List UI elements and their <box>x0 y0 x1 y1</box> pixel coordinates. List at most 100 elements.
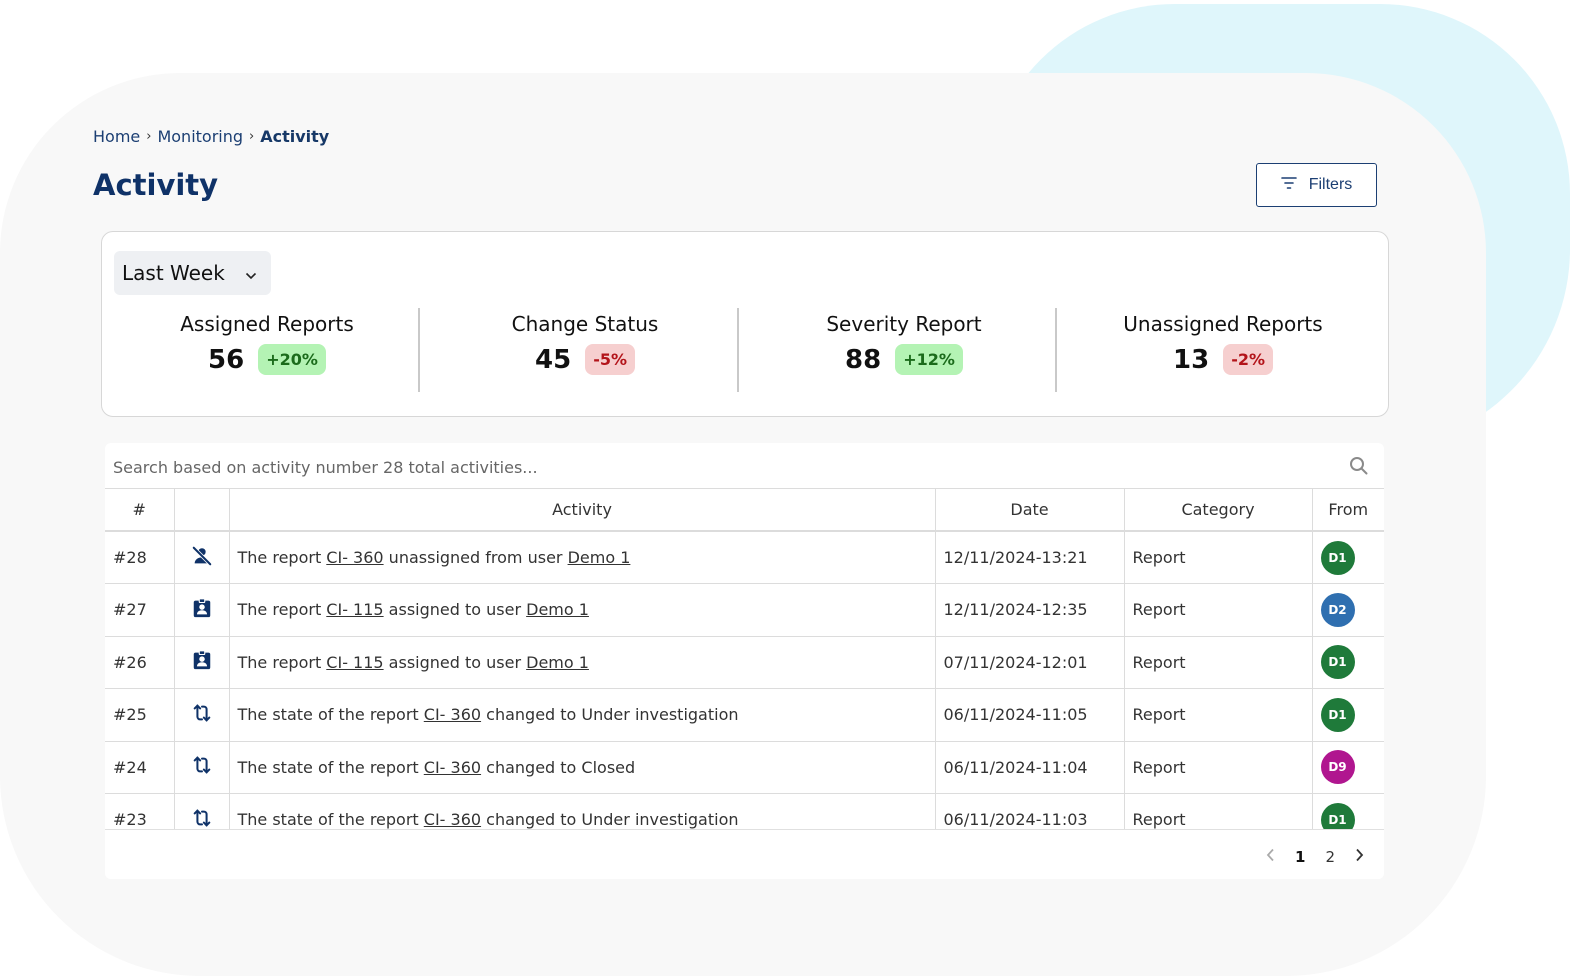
chevron-down-icon <box>245 261 257 285</box>
person-off-icon <box>191 545 213 571</box>
activity-text: assigned to user <box>383 652 527 672</box>
row-activity: The report CI- 115 assigned to user Demo… <box>229 583 936 637</box>
table-row[interactable]: #24 The state of the report CI- 360 chang… <box>105 741 1384 794</box>
activity-text: The report <box>237 548 327 567</box>
activity-text: unassigned from user <box>383 548 568 567</box>
row-date: 12/11/2024-12:35 <box>935 583 1125 637</box>
status-change-icon <box>190 703 214 728</box>
stat-value: 56 <box>208 344 245 375</box>
row-icon-cell <box>174 531 230 584</box>
chevron-left-icon[interactable] <box>1266 848 1275 866</box>
report-link[interactable]: CI- 115 <box>326 653 383 672</box>
row-category: Report <box>1124 531 1313 584</box>
stat-change-badge: +20% <box>258 344 326 375</box>
pagination: 1 2 <box>1266 848 1364 866</box>
stat-label: Assigned Reports <box>180 312 354 336</box>
stat-assigned-reports: Assigned Reports 56 +20% <box>108 312 426 375</box>
breadcrumb-separator: › <box>249 129 255 144</box>
report-link[interactable]: CI- 360 <box>326 548 383 567</box>
breadcrumb-home[interactable]: Home <box>93 127 140 146</box>
row-activity: The state of the report CI- 360 changed … <box>229 741 936 794</box>
table-row[interactable]: #28 The report CI- 360 unassigned from us… <box>105 531 1384 584</box>
avatar[interactable]: D2 <box>1320 592 1355 627</box>
row-number: #27 <box>105 583 175 637</box>
breadcrumb-monitoring[interactable]: Monitoring <box>157 127 243 146</box>
breadcrumb-separator: › <box>146 129 152 144</box>
row-from: D1 <box>1312 636 1384 689</box>
avatar[interactable]: D1 <box>1320 540 1355 575</box>
header-icon <box>174 489 230 532</box>
header-activity: Activity <box>229 489 936 532</box>
page-title: Activity <box>93 168 219 202</box>
search-icon[interactable] <box>1349 456 1369 480</box>
stat-label: Unassigned Reports <box>1123 312 1323 336</box>
row-activity: The report CI- 115 assigned to user Demo… <box>229 636 936 689</box>
row-from: D9 <box>1312 741 1384 794</box>
table-row[interactable]: #26 The report CI- 115 assigned to user D… <box>105 636 1384 689</box>
table-footer: 1 2 <box>105 829 1384 879</box>
activity-table-card: # Activity Date Category From #28 The rep… <box>105 443 1384 879</box>
row-date: 06/11/2024-11:04 <box>935 741 1125 794</box>
report-link[interactable]: CI- 360 <box>424 810 481 829</box>
breadcrumb-current: Activity <box>260 127 330 146</box>
user-link[interactable]: Demo 1 <box>568 548 631 567</box>
activity-text: changed to Under investigation <box>481 810 739 830</box>
avatar[interactable]: D9 <box>1320 750 1355 785</box>
period-select[interactable]: Last Week <box>114 251 271 295</box>
chevron-right-icon[interactable] <box>1355 848 1364 866</box>
activity-text: assigned to user <box>383 600 527 620</box>
row-date: 06/11/2024-11:05 <box>935 688 1125 742</box>
row-date: 12/11/2024-13:21 <box>935 531 1125 584</box>
row-activity: The state of the report CI- 360 changed … <box>229 688 936 742</box>
activity-text: The report <box>237 652 327 672</box>
assigned-badge-icon <box>191 598 213 623</box>
stat-divider <box>737 308 739 392</box>
row-number: #24 <box>105 741 175 794</box>
row-icon-cell <box>174 636 230 689</box>
activity-text: The report <box>237 600 327 620</box>
stat-change-status: Change Status 45 -5% <box>426 312 744 375</box>
report-link[interactable]: CI- 360 <box>424 705 481 724</box>
stats-card: Last Week Assigned Reports 56 +20% Chang… <box>101 231 1389 417</box>
activity-text: changed to Closed <box>481 757 636 777</box>
activity-text: The state of the report <box>237 757 424 777</box>
stat-label: Severity Report <box>826 312 982 336</box>
search-row <box>105 443 1384 489</box>
header-category: Category <box>1124 489 1313 532</box>
stat-change-badge: +12% <box>895 344 963 375</box>
stat-unassigned-reports: Unassigned Reports 13 -2% <box>1064 312 1382 375</box>
table-row[interactable]: #27 The report CI- 115 assigned to user D… <box>105 583 1384 637</box>
page-1[interactable]: 1 <box>1295 848 1305 866</box>
stat-value: 45 <box>535 344 572 375</box>
row-from: D1 <box>1312 688 1384 742</box>
user-link[interactable]: Demo 1 <box>526 600 589 619</box>
row-icon-cell <box>174 741 230 794</box>
stat-value: 88 <box>845 344 882 375</box>
row-category: Report <box>1124 636 1313 689</box>
row-category: Report <box>1124 688 1313 742</box>
search-input[interactable] <box>113 453 1333 481</box>
table-row[interactable]: #25 The state of the report CI- 360 chang… <box>105 688 1384 742</box>
row-from: D2 <box>1312 583 1384 637</box>
stat-severity-report: Severity Report 88 +12% <box>745 312 1063 375</box>
filters-label: Filters <box>1308 176 1353 193</box>
row-icon-cell <box>174 688 230 742</box>
row-icon-cell <box>174 583 230 637</box>
header-from: From <box>1312 489 1384 532</box>
report-link[interactable]: CI- 360 <box>424 758 481 777</box>
table-header-row: # Activity Date Category From <box>105 489 1384 532</box>
avatar[interactable]: D1 <box>1320 645 1355 680</box>
user-link[interactable]: Demo 1 <box>526 653 589 672</box>
activity-text: The state of the report <box>237 705 424 725</box>
row-number: #26 <box>105 636 175 689</box>
stat-change-badge: -5% <box>585 344 635 375</box>
filters-button[interactable]: Filters <box>1256 163 1377 207</box>
activity-table: # Activity Date Category From #28 The rep… <box>105 489 1384 847</box>
report-link[interactable]: CI- 115 <box>326 600 383 619</box>
stat-divider <box>418 308 420 392</box>
avatar[interactable]: D1 <box>1320 697 1355 732</box>
breadcrumb: Home › Monitoring › Activity <box>93 127 329 146</box>
row-category: Report <box>1124 583 1313 637</box>
stat-change-badge: -2% <box>1223 344 1273 375</box>
page-2[interactable]: 2 <box>1325 848 1335 866</box>
